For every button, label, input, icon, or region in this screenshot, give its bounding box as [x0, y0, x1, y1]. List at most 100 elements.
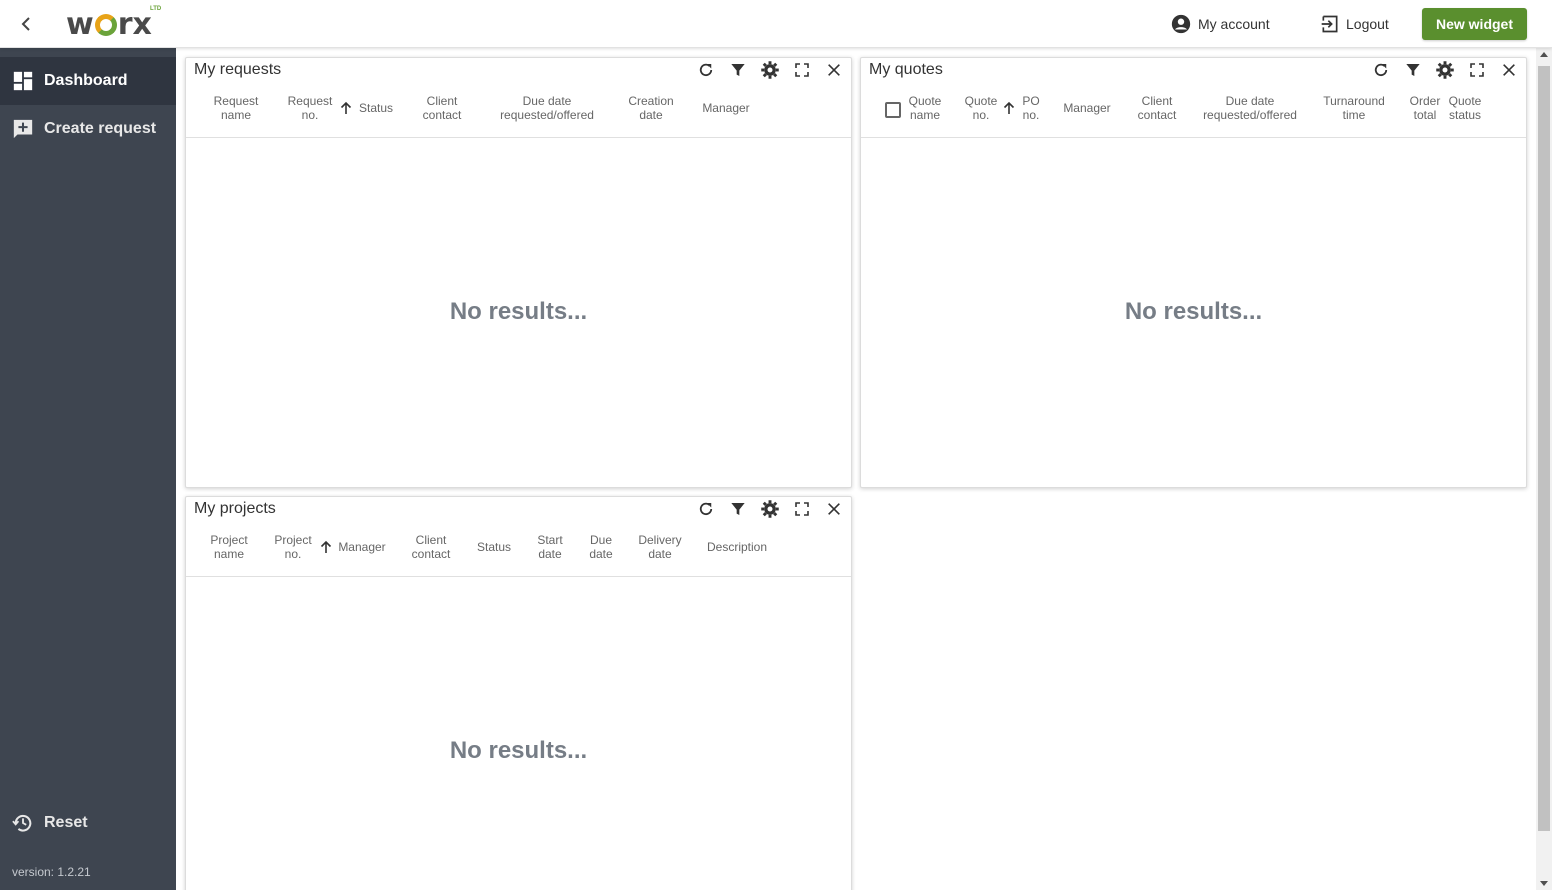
sidebar-item-label: Create request [44, 120, 157, 137]
widget-title: My projects [194, 500, 276, 517]
logo-text: w rx [66, 6, 152, 42]
account-circle-icon [1171, 14, 1191, 34]
page-scrollbar[interactable] [1536, 48, 1552, 890]
gear-icon [1436, 61, 1454, 79]
reset-button[interactable]: Reset [0, 799, 176, 847]
column-header[interactable]: Creation date [624, 94, 678, 122]
column-header[interactable]: Delivery date [632, 533, 688, 561]
new-widget-button[interactable]: New widget [1422, 8, 1527, 40]
widget-toolbar [695, 59, 845, 81]
widget-title: My requests [194, 61, 282, 78]
column-header[interactable]: Due date requested/offered [491, 94, 603, 122]
select-all-checkbox[interactable] [885, 102, 901, 118]
logout-button[interactable]: Logout [1320, 10, 1389, 38]
logout-icon [1321, 15, 1338, 33]
column-header[interactable]: PO no. [1017, 94, 1045, 122]
column-header[interactable]: Manager [334, 540, 390, 554]
widget-title: My quotes [869, 61, 943, 78]
table-header: Request name Request no. Status Client c… [186, 86, 851, 138]
fullscreen-button[interactable] [791, 59, 813, 81]
my-account-label: My account [1198, 16, 1270, 32]
column-header[interactable]: Status [472, 540, 516, 554]
scroll-up-arrow-icon[interactable] [1540, 52, 1548, 57]
empty-state: No results... [1124, 298, 1263, 325]
column-header[interactable]: Client contact [418, 94, 466, 122]
fullscreen-button[interactable] [1466, 59, 1488, 81]
sidebar-item-label: Dashboard [44, 72, 128, 89]
fullscreen-icon [795, 63, 809, 77]
widget-toolbar [1370, 59, 1520, 81]
settings-button[interactable] [759, 498, 781, 520]
refresh-icon [1374, 63, 1388, 77]
scrollbar-thumb[interactable] [1538, 66, 1550, 831]
sort-ascending-icon [1003, 101, 1015, 114]
refresh-icon [699, 63, 713, 77]
column-header[interactable]: Quote no. [963, 94, 999, 122]
column-header[interactable]: Client contact [407, 533, 455, 561]
filter-button[interactable] [727, 59, 749, 81]
filter-icon [1406, 64, 1420, 76]
empty-state: No results... [449, 298, 588, 325]
column-header[interactable]: Project name [206, 533, 252, 561]
empty-state: No results... [449, 737, 588, 764]
column-header[interactable]: Quote status [1445, 94, 1485, 122]
refresh-button[interactable] [695, 59, 717, 81]
close-icon [1503, 64, 1515, 76]
widget-my-quotes: My quotes Quote name Quote no. PO no. Ma… [860, 57, 1527, 488]
column-header[interactable]: Due date [585, 533, 617, 561]
table-header: Project name Project no. Manager Client … [186, 525, 851, 577]
column-header[interactable]: Request no. [284, 94, 336, 122]
column-header[interactable]: Description [702, 540, 772, 554]
my-account-button[interactable]: My account [1170, 10, 1270, 38]
column-header[interactable]: Manager [1059, 101, 1115, 115]
fullscreen-button[interactable] [791, 498, 813, 520]
column-header[interactable]: Status [356, 101, 396, 115]
refresh-button[interactable] [1370, 59, 1392, 81]
close-button[interactable] [1498, 59, 1520, 81]
filter-button[interactable] [1402, 59, 1424, 81]
history-icon [12, 814, 32, 832]
close-icon [828, 64, 840, 76]
column-header[interactable]: Quote name [905, 94, 945, 122]
widget-my-projects: My projects Project name Project no. Man… [185, 496, 852, 890]
logo-ltd: LTD [150, 6, 162, 12]
column-header[interactable]: Order total [1407, 94, 1443, 122]
filter-icon [731, 64, 745, 76]
fullscreen-icon [795, 502, 809, 516]
column-header[interactable]: Due date requested/offered [1195, 94, 1305, 122]
sort-ascending-icon [320, 540, 332, 553]
back-button[interactable] [12, 10, 40, 38]
scroll-down-arrow-icon[interactable] [1540, 881, 1548, 886]
logo[interactable]: w rx [66, 4, 152, 44]
fullscreen-icon [1470, 63, 1484, 77]
column-header[interactable]: Start date [532, 533, 568, 561]
table-header: Quote name Quote no. PO no. Manager Clie… [861, 86, 1526, 138]
widget-my-requests: My requests Request name Request no. Sta… [185, 57, 852, 488]
add-comment-icon [13, 119, 33, 139]
settings-button[interactable] [1434, 59, 1456, 81]
sidebar-item-create-request[interactable]: Create request [0, 105, 176, 153]
reset-label: Reset [44, 814, 88, 831]
close-button[interactable] [823, 59, 845, 81]
column-header[interactable]: Manager [698, 101, 754, 115]
settings-button[interactable] [759, 59, 781, 81]
filter-button[interactable] [727, 498, 749, 520]
column-header[interactable]: Request name [210, 94, 262, 122]
logout-label: Logout [1346, 16, 1389, 32]
chevron-left-icon [21, 17, 30, 31]
close-button[interactable] [823, 498, 845, 520]
version-label: version: 1.2.21 [12, 865, 91, 879]
widget-toolbar [695, 498, 845, 520]
filter-icon [731, 503, 745, 515]
column-header[interactable]: Client contact [1133, 94, 1181, 122]
sidebar-item-dashboard[interactable]: Dashboard [0, 57, 176, 105]
refresh-button[interactable] [695, 498, 717, 520]
dashboard-content: My requests Request name Request no. Sta… [176, 48, 1536, 890]
close-icon [828, 503, 840, 515]
refresh-icon [699, 502, 713, 516]
dashboard-icon [13, 71, 33, 91]
gear-icon [761, 61, 779, 79]
column-header[interactable]: Project no. [270, 533, 316, 561]
column-header[interactable]: Turnaround time [1318, 94, 1390, 122]
top-bar: w rx LTD My account Logout New widget [0, 0, 1552, 48]
